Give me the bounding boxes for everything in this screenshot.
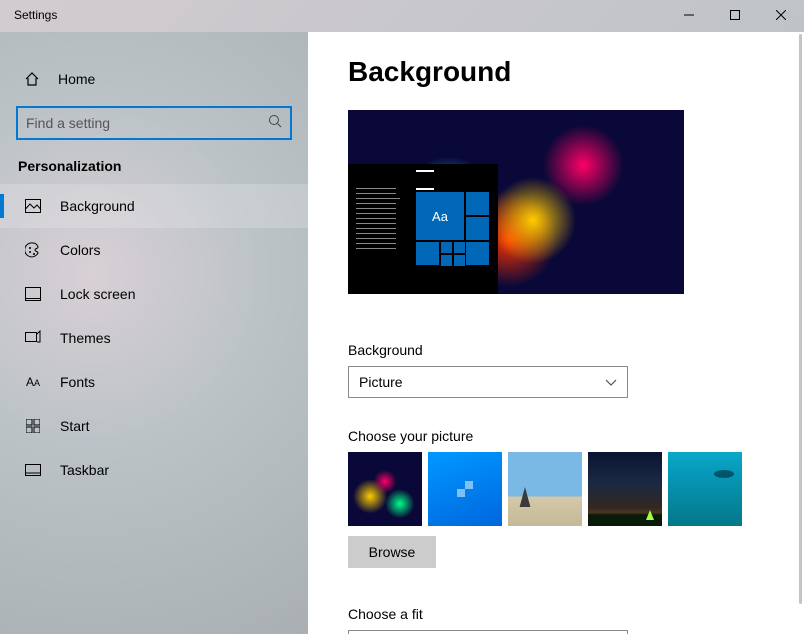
sidebar-item-label: Fonts (60, 374, 95, 390)
page-title: Background (348, 56, 764, 88)
palette-icon (24, 242, 42, 258)
titlebar[interactable]: Settings (0, 0, 804, 32)
window-controls (666, 0, 804, 30)
background-type-label: Background (348, 342, 764, 358)
search-input[interactable] (16, 106, 292, 140)
close-button[interactable] (758, 0, 804, 30)
preview-tile-aa: Aa (416, 192, 464, 240)
main-content: Background Aa (308, 32, 804, 634)
thumbnail-3[interactable] (508, 452, 582, 526)
search-icon (268, 114, 282, 133)
home-icon (24, 71, 40, 87)
fit-select[interactable] (348, 630, 628, 634)
background-type-select[interactable]: Picture (348, 366, 628, 398)
lockscreen-icon (24, 287, 42, 301)
preview-start-menu: Aa (348, 164, 498, 294)
scrollbar[interactable] (799, 34, 802, 604)
chevron-down-icon (605, 374, 617, 390)
home-nav[interactable]: Home (0, 60, 308, 98)
sidebar-item-colors[interactable]: Colors (0, 228, 308, 272)
section-title: Personalization (0, 156, 308, 184)
window-title: Settings (0, 0, 57, 22)
nav-list: Background Colors Lock screen Themes AA … (0, 184, 308, 492)
fonts-icon: AA (24, 375, 42, 389)
sidebar-item-fonts[interactable]: AA Fonts (0, 360, 308, 404)
select-value: Picture (359, 374, 403, 390)
sidebar-item-label: Start (60, 418, 90, 434)
sidebar-item-label: Themes (60, 330, 111, 346)
sidebar-item-label: Background (60, 198, 135, 214)
home-label: Home (58, 71, 95, 87)
thumbnail-5[interactable] (668, 452, 742, 526)
sidebar-item-start[interactable]: Start (0, 404, 308, 448)
sidebar: Home Personalization Background Colors (0, 32, 308, 634)
browse-button[interactable]: Browse (348, 536, 436, 568)
taskbar-icon (24, 464, 42, 476)
choose-picture-label: Choose your picture (348, 428, 764, 444)
sidebar-item-background[interactable]: Background (0, 184, 308, 228)
themes-icon (24, 330, 42, 346)
desktop-preview: Aa (348, 110, 684, 294)
sidebar-item-label: Colors (60, 242, 100, 258)
sidebar-item-label: Lock screen (60, 286, 135, 302)
thumbnail-1[interactable] (348, 452, 422, 526)
search-field[interactable] (26, 115, 268, 131)
image-icon (24, 199, 42, 213)
maximize-button[interactable] (712, 0, 758, 30)
sidebar-item-lockscreen[interactable]: Lock screen (0, 272, 308, 316)
minimize-button[interactable] (666, 0, 712, 30)
thumbnail-4[interactable] (588, 452, 662, 526)
start-icon (24, 419, 42, 433)
choose-fit-label: Choose a fit (348, 606, 764, 622)
sidebar-item-themes[interactable]: Themes (0, 316, 308, 360)
sidebar-item-label: Taskbar (60, 462, 109, 478)
picture-thumbnails (348, 452, 764, 526)
thumbnail-2[interactable] (428, 452, 502, 526)
sidebar-item-taskbar[interactable]: Taskbar (0, 448, 308, 492)
